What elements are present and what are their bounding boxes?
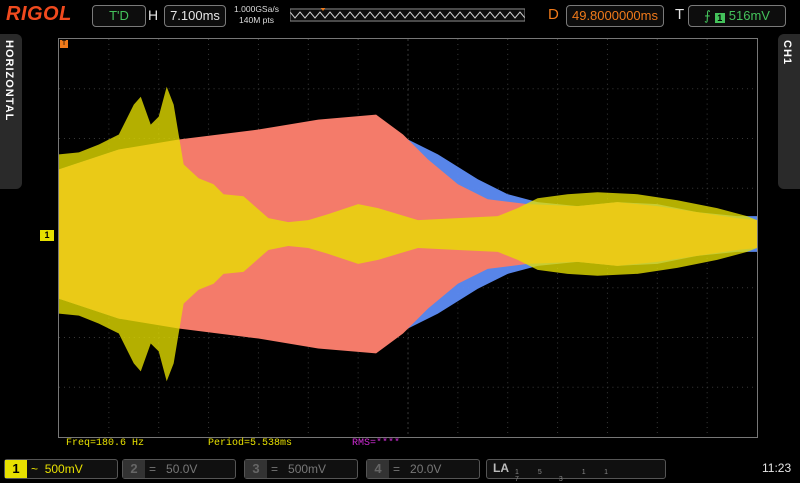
timebase-button[interactable]: 7.100ms — [164, 5, 226, 27]
channel-1-scale: 500mV — [44, 462, 83, 476]
channel-3-coupling: = — [271, 462, 279, 476]
memory-depth-bar — [290, 8, 525, 22]
channel-3-number: 3 — [245, 460, 267, 478]
measurement-rms: RMS=**** — [352, 438, 401, 449]
trigger-button[interactable]: ⨍ 1 516mV — [688, 5, 786, 27]
run-state-button[interactable]: T'D — [92, 5, 146, 27]
la-channel-numbers: 15 11 7 3 — [515, 469, 627, 483]
trigger-source-icon: 1 — [714, 13, 725, 23]
channel-1-number: 1 — [5, 460, 27, 478]
memory-depth: 140M pts — [239, 15, 274, 25]
measurement-freq: Freq=180.6 Hz — [66, 438, 145, 449]
la-label: LA — [493, 461, 509, 475]
channel-3-scale: 500mV — [288, 462, 327, 476]
delay-button[interactable]: 49.8000000ms — [566, 5, 664, 27]
channel-1-setting: ~ 500mV — [31, 460, 111, 478]
channel-2-setting: = 50.0V — [149, 460, 229, 478]
channel-1-button[interactable]: 1 ~ 500mV — [4, 459, 118, 479]
channel-4-setting: = 20.0V — [393, 460, 473, 478]
trigger-level: 516mV — [728, 8, 770, 23]
measurement-period: Period=5.538ms — [208, 438, 293, 449]
channel-1-coupling: ~ — [31, 462, 39, 476]
trigger-edge-icon: ⨍ — [704, 8, 711, 23]
brand-logo: RIGOL — [6, 3, 72, 25]
channel-3-button[interactable]: 3 = 500mV — [244, 459, 358, 479]
ch1-offset-marker[interactable]: 1 — [40, 230, 54, 241]
clock: 11:23 — [762, 461, 792, 475]
ch1-side-tab[interactable]: CH1 — [778, 34, 800, 189]
waveform-display[interactable] — [58, 38, 758, 438]
channel-4-coupling: = — [393, 462, 401, 476]
horizontal-side-tab[interactable]: HORIZONTAL — [0, 34, 22, 189]
channel-3-setting: = 500mV — [271, 460, 351, 478]
trigger-label: T — [675, 6, 685, 23]
channel-2-button[interactable]: 2 = 50.0V — [122, 459, 236, 479]
delay-label: D — [548, 6, 559, 23]
channel-4-scale: 20.0V — [410, 462, 442, 476]
top-status-bar: RIGOL T'D H 7.100ms 1.000GSa/s 140M pts … — [0, 0, 800, 32]
logic-analyzer-button[interactable]: LA 15 11 7 3 — [486, 459, 666, 483]
channel-2-coupling: = — [149, 462, 157, 476]
horizontal-tab-label: HORIZONTAL — [3, 40, 15, 122]
sample-rate: 1.000GSa/s — [234, 4, 279, 14]
horizontal-label: H — [148, 7, 159, 23]
channel-2-scale: 50.0V — [166, 462, 198, 476]
channel-4-button[interactable]: 4 = 20.0V — [366, 459, 480, 479]
channel-4-number: 4 — [367, 460, 389, 478]
sample-info: 1.000GSa/s 140M pts — [229, 4, 284, 26]
ch1-tab-label: CH1 — [781, 40, 793, 66]
trigger-position-marker[interactable]: T — [60, 40, 68, 48]
channel-2-number: 2 — [123, 460, 145, 478]
